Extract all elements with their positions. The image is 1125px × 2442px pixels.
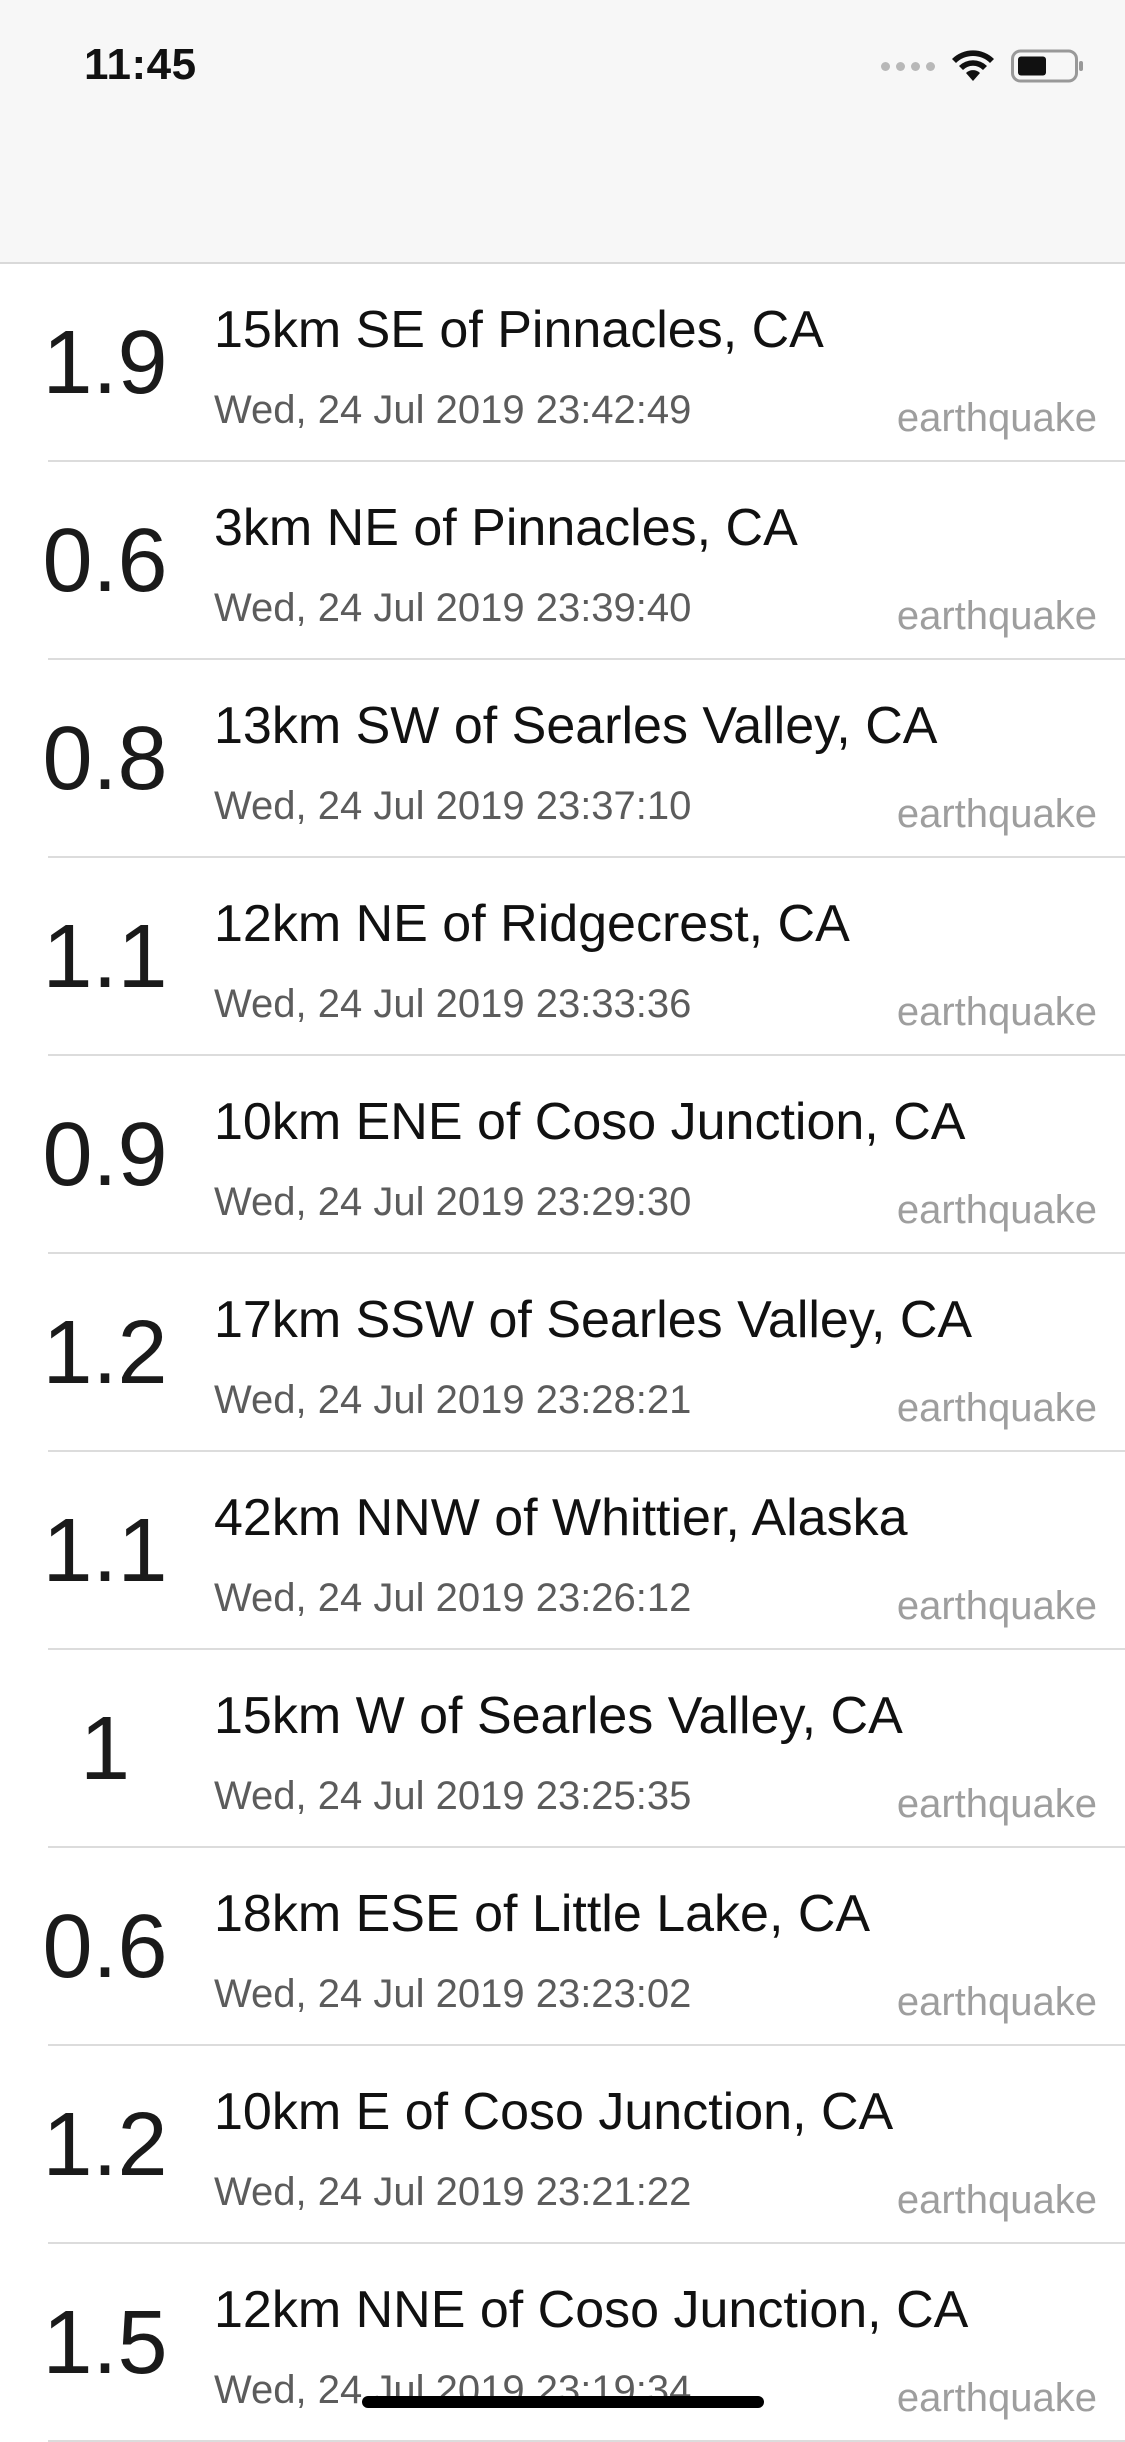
place-title: 10km E of Coso Junction, CA (214, 2083, 894, 2141)
magnitude: 1.2 (42, 2095, 168, 2195)
date-label: Wed, 24 Jul 2019 23:42:49 (214, 388, 692, 432)
list-item[interactable]: 1.5 12km NNE of Coso Junction, CA Wed, 2… (42, 2244, 1125, 2442)
magnitude: 1.9 (42, 313, 168, 413)
type-label: earthquake (896, 2178, 1097, 2222)
date-label: Wed, 24 Jul 2019 23:21:22 (214, 2170, 692, 2214)
place-title: 12km NNE of Coso Junction, CA (214, 2281, 969, 2339)
magnitude: 0.6 (42, 1897, 168, 1997)
place-title: 3km NE of Pinnacles, CA (214, 499, 798, 557)
list-item[interactable]: 1.2 17km SSW of Searles Valley, CA Wed, … (42, 1254, 1125, 1452)
date-label: Wed, 24 Jul 2019 23:25:35 (214, 1774, 692, 1818)
list-item[interactable]: 0.6 18km ESE of Little Lake, CA Wed, 24 … (42, 1848, 1125, 2046)
date-label: Wed, 24 Jul 2019 23:29:30 (214, 1180, 692, 1224)
type-label: earthquake (896, 396, 1097, 440)
wifi-icon (952, 50, 994, 81)
type-label: earthquake (896, 792, 1097, 836)
magnitude: 1 (79, 1699, 131, 1799)
place-title: 10km ENE of Coso Junction, CA (214, 1093, 966, 1151)
earthquake-list[interactable]: 1.9 15km SE of Pinnacles, CA Wed, 24 Jul… (0, 264, 1125, 2442)
status-icons (881, 48, 1085, 84)
list-item[interactable]: 1.1 12km NE of Ridgecrest, CA Wed, 24 Ju… (42, 858, 1125, 1056)
magnitude: 1.1 (42, 907, 168, 1007)
type-label: earthquake (896, 1188, 1097, 1232)
magnitude: 0.8 (42, 709, 168, 809)
list-item[interactable]: 1.9 15km SE of Pinnacles, CA Wed, 24 Jul… (42, 264, 1125, 462)
type-label: earthquake (896, 990, 1097, 1034)
list-item[interactable]: 1.1 42km NNW of Whittier, Alaska Wed, 24… (42, 1452, 1125, 1650)
status-time: 11:45 (84, 40, 197, 89)
home-indicator[interactable] (362, 2396, 764, 2408)
place-title: 13km SW of Searles Valley, CA (214, 697, 938, 755)
type-label: earthquake (896, 1980, 1097, 2024)
type-label: earthquake (896, 1584, 1097, 1628)
date-label: Wed, 24 Jul 2019 23:23:02 (214, 1972, 692, 2016)
place-title: 42km NNW of Whittier, Alaska (214, 1489, 908, 1547)
type-label: earthquake (896, 1386, 1097, 1430)
date-label: Wed, 24 Jul 2019 23:39:40 (214, 586, 692, 630)
list-item[interactable]: 1.2 10km E of Coso Junction, CA Wed, 24 … (42, 2046, 1125, 2244)
place-title: 18km ESE of Little Lake, CA (214, 1885, 871, 1943)
date-label: Wed, 24 Jul 2019 23:37:10 (214, 784, 692, 828)
battery-icon (1011, 49, 1083, 83)
type-label: earthquake (896, 594, 1097, 638)
place-title: 12km NE of Ridgecrest, CA (214, 895, 850, 953)
list-item[interactable]: 1 15km W of Searles Valley, CA Wed, 24 J… (48, 1650, 1125, 1848)
type-label: earthquake (896, 2376, 1097, 2420)
date-label: Wed, 24 Jul 2019 23:28:21 (214, 1378, 692, 1422)
magnitude: 1.2 (42, 1303, 168, 1403)
type-label: earthquake (896, 1782, 1097, 1826)
place-title: 15km SE of Pinnacles, CA (214, 301, 824, 359)
place-title: 15km W of Searles Valley, CA (214, 1687, 903, 1745)
list-item[interactable]: 0.8 13km SW of Searles Valley, CA Wed, 2… (42, 660, 1125, 858)
magnitude: 0.6 (42, 511, 168, 611)
place-title: 17km SSW of Searles Valley, CA (214, 1291, 973, 1349)
list-item[interactable]: 0.9 10km ENE of Coso Junction, CA Wed, 2… (42, 1056, 1125, 1254)
cellular-signal-icon (881, 61, 935, 71)
date-label: Wed, 24 Jul 2019 23:26:12 (214, 1576, 692, 1620)
status-bar: 11:45 (0, 0, 1125, 264)
date-label: Wed, 24 Jul 2019 23:33:36 (214, 982, 692, 1026)
list-item[interactable]: 0.6 3km NE of Pinnacles, CA Wed, 24 Jul … (42, 462, 1125, 660)
magnitude: 0.9 (42, 1105, 168, 1205)
magnitude: 1.5 (42, 2293, 168, 2393)
magnitude: 1.1 (42, 1501, 168, 1601)
